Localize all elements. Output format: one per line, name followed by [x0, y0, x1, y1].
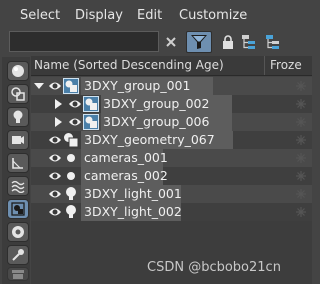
group-icon — [11, 202, 25, 216]
tree-row[interactable]: 3DXY_group_002 — [31, 95, 312, 113]
expand-arrow-icon[interactable] — [53, 116, 63, 128]
filter-lights-button[interactable] — [7, 107, 29, 127]
filter-groups-button[interactable] — [7, 199, 29, 219]
freeze-toggle-icon[interactable] — [294, 134, 308, 146]
eye-icon[interactable] — [48, 188, 62, 200]
tree-row-label: 3DXY_group_002 — [103, 96, 210, 111]
tree-row-label: cameras_001 — [84, 150, 168, 165]
freeze-toggle-icon[interactable] — [294, 152, 308, 164]
freeze-toggle-icon[interactable] — [294, 188, 308, 200]
lock-button[interactable] — [220, 31, 236, 53]
eye-icon[interactable] — [48, 134, 62, 146]
filter-button[interactable] — [186, 31, 212, 53]
filter-containers-button[interactable] — [7, 267, 29, 281]
column-header: Name (Sorted Descending Age) Froze — [31, 56, 312, 76]
tree-row-label: 3DXY_group_001 — [84, 78, 191, 93]
light-bulb-icon — [66, 187, 76, 200]
toolbar — [0, 30, 312, 54]
freeze-toggle-icon[interactable] — [294, 116, 308, 128]
lock-icon — [223, 35, 233, 49]
column-header-name[interactable]: Name (Sorted Descending Age) — [31, 56, 265, 75]
light-bulb-icon — [13, 110, 23, 123]
freeze-toggle-icon[interactable] — [294, 98, 308, 110]
filter-spacewarps-button[interactable] — [7, 176, 29, 196]
watermark-text: CSDN @bcbobo21cn — [147, 260, 281, 275]
hierarchy-alt-icon — [266, 35, 279, 49]
menu-customize[interactable]: Customize — [179, 8, 247, 23]
freeze-toggle-icon[interactable] — [294, 170, 308, 182]
tree-row[interactable]: 3DXY_group_001 — [31, 77, 312, 95]
bone-icon — [12, 249, 24, 261]
clear-search-button[interactable] — [163, 31, 179, 53]
filter-xrefs-button[interactable] — [7, 222, 29, 242]
filter-helpers-button[interactable] — [7, 153, 29, 173]
filter-bones-button[interactable] — [7, 245, 29, 265]
tree-row-label: 3DXY_geometry_067 — [84, 132, 215, 147]
tree-row[interactable]: 3DXY_group_006 — [31, 113, 312, 131]
sphere-icon — [12, 65, 24, 77]
group-icon — [83, 96, 99, 112]
eye-icon[interactable] — [68, 98, 82, 110]
tree-row-label: cameras_002 — [84, 168, 168, 183]
tree-row-label: 3DXY_light_002 — [84, 204, 182, 219]
freeze-toggle-icon[interactable] — [294, 80, 308, 92]
eye-icon[interactable] — [48, 152, 62, 164]
column-header-frozen[interactable]: Froze — [267, 56, 312, 75]
container-icon — [12, 270, 24, 279]
menu-edit[interactable]: Edit — [137, 8, 162, 23]
camera-icon — [12, 136, 24, 144]
geometry-icon — [64, 133, 79, 148]
tree-row-label: 3DXY_group_006 — [103, 114, 210, 129]
menu-bar: Select Display Edit Customize — [0, 0, 312, 30]
filter-geometry-button[interactable] — [7, 61, 29, 81]
dot-icon — [67, 154, 75, 162]
hierarchy-button[interactable] — [240, 31, 258, 53]
tree-row-label: 3DXY_light_001 — [84, 186, 182, 201]
expand-arrow-icon[interactable] — [34, 80, 44, 92]
close-icon — [166, 37, 176, 47]
freeze-toggle-icon[interactable] — [294, 206, 308, 218]
hierarchy-alt-button[interactable] — [264, 31, 282, 53]
light-bulb-icon — [66, 205, 76, 218]
dot-icon — [67, 172, 75, 180]
shapes-icon — [11, 87, 25, 101]
filter-cameras-button[interactable] — [7, 130, 29, 150]
filter-strip — [2, 57, 30, 284]
filter-shapes-button[interactable] — [7, 84, 29, 104]
tree-row[interactable]: 3DXY_light_002 — [31, 203, 312, 221]
scene-tree: 3DXY_group_001 3DXY_group_002 3DXY_group… — [31, 77, 312, 284]
tree-row[interactable]: cameras_002 — [31, 167, 312, 185]
xref-icon — [12, 226, 24, 238]
hierarchy-icon — [242, 35, 255, 49]
group-icon — [83, 114, 99, 130]
search-input[interactable] — [9, 31, 159, 52]
group-icon — [63, 78, 79, 94]
expand-arrow-icon[interactable] — [53, 98, 63, 110]
menu-display[interactable]: Display — [75, 8, 123, 23]
spacewarp-icon — [11, 180, 25, 193]
eye-icon[interactable] — [48, 170, 62, 182]
tree-row[interactable]: 3DXY_light_001 — [31, 185, 312, 203]
menu-select[interactable]: Select — [20, 8, 60, 23]
tree-row[interactable]: cameras_001 — [31, 149, 312, 167]
helper-icon — [12, 158, 23, 169]
eye-icon[interactable] — [68, 116, 82, 128]
eye-icon[interactable] — [48, 206, 62, 218]
tree-row[interactable]: 3DXY_geometry_067 — [31, 131, 312, 149]
eye-icon[interactable] — [48, 80, 62, 92]
filter-icon — [191, 35, 207, 49]
